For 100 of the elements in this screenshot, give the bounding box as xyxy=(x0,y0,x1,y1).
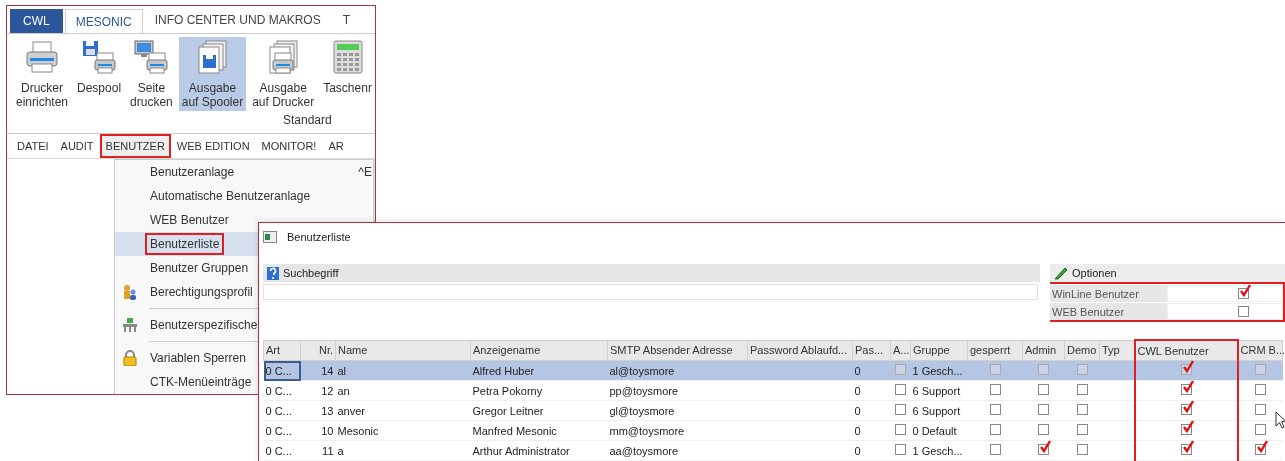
ribbon-button[interactable]: Despool xyxy=(74,37,125,111)
table-cell: 1 Gesch... xyxy=(910,440,968,461)
checkbox[interactable] xyxy=(1255,424,1266,435)
checkbox[interactable] xyxy=(895,364,906,375)
checkbox[interactable] xyxy=(1076,444,1088,455)
column-header[interactable]: Typ xyxy=(1099,340,1135,361)
ribbon-button[interactable]: Ausgabe auf Spooler xyxy=(178,37,247,111)
table-cell: Gregor Leitner xyxy=(470,400,608,421)
ribbon-tab[interactable]: INFO CENTER UND MAKROS xyxy=(144,6,331,33)
ribbon-button[interactable]: Ausgabe auf Drucker xyxy=(249,37,318,111)
table-cell: 10 xyxy=(300,420,336,441)
table-cell: 0 C... xyxy=(263,420,301,441)
table-cell: 0 C... xyxy=(263,400,301,421)
checkbox[interactable] xyxy=(1238,306,1249,317)
table-cell: 0 xyxy=(852,420,891,441)
checkbox[interactable] xyxy=(1038,384,1049,395)
table-cell: Mesonic xyxy=(335,420,471,441)
option-label: WinLine Benutzer xyxy=(1050,285,1167,302)
table-cell: 0 C... xyxy=(263,360,301,381)
table-cell: 12 xyxy=(300,380,336,401)
table-cell: an xyxy=(335,380,471,401)
table-cell: gl@toysmore xyxy=(607,400,748,421)
window-icon xyxy=(263,231,277,243)
checkbox[interactable] xyxy=(1038,424,1049,435)
table-cell: 0 C... xyxy=(263,380,301,401)
monitor-printer-icon xyxy=(133,39,170,75)
checkbox[interactable] xyxy=(989,444,1001,455)
option-label: WEB Benutzer xyxy=(1050,303,1167,320)
ribbon-tab[interactable]: CWL xyxy=(10,9,63,33)
table-cell: 0 xyxy=(852,400,891,421)
checkbox[interactable] xyxy=(1076,404,1088,415)
checkbox[interactable] xyxy=(989,364,1001,375)
menu-entry[interactable]: WEB Benutzer xyxy=(115,208,373,232)
table-cell: 11 xyxy=(300,440,336,461)
table-cell: Petra Pokorny xyxy=(470,380,608,401)
checkbox[interactable] xyxy=(989,384,1001,395)
checkbox[interactable] xyxy=(989,404,1001,415)
table-cell: aa@toysmore xyxy=(607,440,748,461)
printer-icon xyxy=(24,39,60,75)
ribbon-button[interactable]: Drucker einrichten xyxy=(13,37,72,111)
checkbox[interactable] xyxy=(989,424,1001,435)
menu-item[interactable]: AUDIT xyxy=(54,134,100,158)
checkbox[interactable] xyxy=(1038,364,1049,375)
table-cell: a xyxy=(335,440,471,461)
ribbon-button[interactable]: Seite drucken xyxy=(127,37,176,111)
column-header[interactable]: A... xyxy=(890,340,911,361)
column-header[interactable]: Nr. xyxy=(300,340,336,361)
column-header[interactable]: Password Ablaufd... xyxy=(747,340,853,361)
lock-icon xyxy=(122,350,138,366)
menu-entry[interactable]: Benutzerspezifische xyxy=(115,313,373,337)
checkbox[interactable] xyxy=(1255,404,1266,415)
menu-item[interactable]: DATEI xyxy=(11,134,55,158)
menu-item[interactable]: AR xyxy=(322,134,350,158)
column-header[interactable]: Demo xyxy=(1064,340,1100,361)
checkbox[interactable] xyxy=(1255,364,1266,375)
menu-entry[interactable]: Automatische Benutzeranlage xyxy=(115,184,373,208)
table-cell: 13 xyxy=(300,400,336,421)
pencil-icon xyxy=(1054,266,1068,280)
ribbon-button[interactable]: Taschenr xyxy=(320,37,375,111)
menu-item[interactable]: MONITOR! xyxy=(255,134,323,158)
floppy-printer-icon xyxy=(81,39,118,75)
column-header[interactable]: Gruppe xyxy=(910,340,968,361)
column-header[interactable]: Anzeigename xyxy=(470,340,608,361)
ribbon-tab[interactable]: MESONIC xyxy=(64,9,143,33)
checkbox[interactable] xyxy=(895,424,906,435)
help-icon xyxy=(267,266,279,280)
checkbox[interactable] xyxy=(895,384,906,395)
table-cell: Arthur Administrator xyxy=(470,440,608,461)
column-header[interactable]: CWL Benutzer xyxy=(1134,340,1238,361)
network-icon xyxy=(122,317,138,333)
menu-entry[interactable]: Berechtigungsprofil xyxy=(115,280,373,304)
table-cell: Manfred Mesonic xyxy=(470,420,608,441)
checkbox[interactable] xyxy=(1038,404,1049,415)
table-cell: 0 C... xyxy=(263,440,301,461)
column-header[interactable]: Name xyxy=(335,340,471,361)
table-cell: 0 xyxy=(852,440,891,461)
checkbox[interactable] xyxy=(895,404,906,415)
menu-item[interactable]: WEB EDITION xyxy=(170,134,256,158)
table-cell: mm@toysmore xyxy=(607,420,748,441)
table-cell: anver xyxy=(335,400,471,421)
column-header[interactable]: gesperrt xyxy=(967,340,1023,361)
column-header[interactable]: CRM B... xyxy=(1237,340,1283,361)
search-label: Suchbegriff xyxy=(283,267,339,279)
checkbox[interactable] xyxy=(1076,424,1088,435)
menu-entry[interactable]: Benutzeranlage ^E xyxy=(115,160,373,184)
column-header[interactable]: SMTP Absender Adresse xyxy=(607,340,748,361)
table-cell: pp@toysmore xyxy=(607,380,748,401)
table-cell: 6 Support xyxy=(910,400,968,421)
column-header[interactable]: Art xyxy=(263,340,301,361)
menu-item[interactable]: BENUTZER xyxy=(99,134,171,158)
column-header[interactable]: Pas... xyxy=(852,340,891,361)
checkbox[interactable] xyxy=(1076,384,1088,395)
column-header[interactable]: Admin xyxy=(1022,340,1065,361)
checkbox[interactable] xyxy=(1255,384,1266,395)
options-title: Optionen xyxy=(1072,267,1117,279)
checkbox[interactable] xyxy=(895,444,906,455)
ribbon-tab[interactable]: T xyxy=(332,6,361,33)
window-title: Benutzerliste xyxy=(287,231,351,243)
search-field[interactable] xyxy=(263,284,1038,300)
checkbox[interactable] xyxy=(1076,364,1088,375)
